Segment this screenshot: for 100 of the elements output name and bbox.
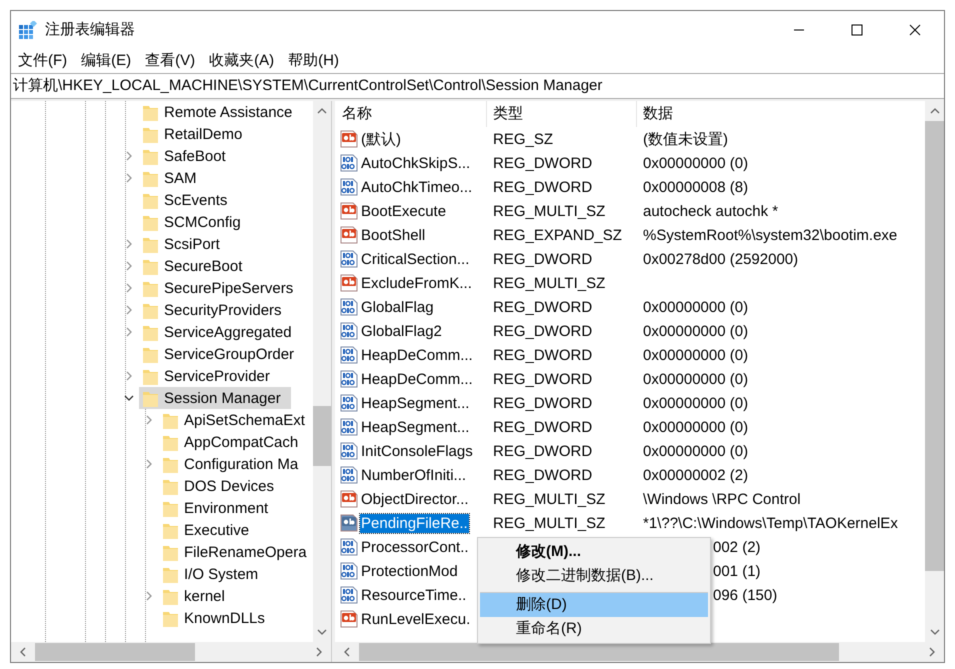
tree-item[interactable]: kernel [159, 585, 235, 607]
expand-chevron-icon[interactable] [124, 305, 134, 315]
value-data: 0x00000000 (0) [643, 442, 748, 460]
context-menu-item[interactable]: 修改(M)... [480, 540, 708, 564]
value-name[interactable]: HeapDeComm... [360, 346, 474, 364]
context-menu-item[interactable]: 修改二进制数据(B)... [480, 564, 708, 588]
scroll-thumb[interactable] [359, 643, 839, 661]
expand-chevron-icon[interactable] [144, 459, 154, 469]
value-type: REG_MULTI_SZ [493, 202, 606, 220]
folder-icon [143, 148, 158, 164]
value-name[interactable]: PendingFileRe.. [360, 514, 469, 532]
expand-chevron-icon[interactable] [144, 415, 154, 425]
tree-item[interactable]: Executive [159, 519, 260, 541]
tree-item[interactable]: SAM [139, 167, 207, 189]
value-type: REG_DWORD [493, 250, 592, 268]
value-name[interactable]: NumberOfIniti... [360, 466, 468, 484]
expand-chevron-icon[interactable] [124, 371, 134, 381]
expand-chevron-icon[interactable] [124, 151, 134, 161]
tree-item[interactable]: SecurePipeServers [139, 277, 304, 299]
folder-icon [143, 280, 158, 296]
value-name[interactable]: AutoChkTimeo... [360, 178, 474, 196]
vertical-scrollbar[interactable] [925, 101, 944, 642]
tree-item[interactable]: Environment [159, 497, 278, 519]
folder-icon [163, 544, 178, 560]
value-name[interactable]: ObjectDirector... [360, 490, 470, 508]
menu-item[interactable]: 编辑(E) [79, 51, 138, 70]
tree-item[interactable]: ApiSetSchemaExt [159, 409, 315, 431]
value-name[interactable]: ExcludeFromK... [360, 274, 473, 292]
tree-item[interactable]: ServiceProvider [139, 365, 280, 387]
value-name[interactable]: RunLevelExecu. [360, 610, 472, 628]
scroll-thumb[interactable] [313, 406, 331, 466]
value-type: REG_DWORD [493, 418, 592, 436]
tree-item[interactable]: SecureBoot [139, 255, 252, 277]
value-name[interactable]: GlobalFlag [360, 298, 435, 316]
value-name[interactable]: ProtectionMod [360, 562, 459, 580]
address-bar[interactable]: 计算机\HKEY_LOCAL_MACHINE\SYSTEM\CurrentControlSet\Control\Session Manager [11, 73, 944, 99]
folder-icon [143, 170, 158, 186]
tree-item[interactable]: RetailDemo [139, 123, 252, 145]
tree-item[interactable]: Remote Assistance [139, 101, 302, 123]
horizontal-scrollbar[interactable] [335, 642, 944, 662]
menu-item[interactable]: 收藏夹(A) [207, 51, 282, 70]
scroll-right-icon[interactable] [928, 647, 936, 657]
collapse-chevron-icon[interactable] [124, 393, 134, 403]
scroll-down-icon[interactable] [317, 628, 327, 636]
menu-item[interactable]: 查看(V) [143, 51, 202, 70]
scroll-left-icon[interactable] [343, 647, 351, 657]
value-name[interactable]: ResourceTime.. [360, 586, 468, 604]
tree-item[interactable]: ServiceGroupOrder [139, 343, 304, 365]
value-name[interactable]: CriticalSection... [360, 250, 470, 268]
menu-item[interactable]: 文件(F) [16, 51, 74, 70]
window-title: 注册表编辑器 [45, 20, 135, 39]
value-name[interactable]: GlobalFlag2 [360, 322, 443, 340]
tree-item[interactable]: DOS Devices [159, 475, 284, 497]
tree-item[interactable]: Session Manager [139, 387, 291, 409]
tree-item[interactable]: SCMConfig [139, 211, 251, 233]
expand-chevron-icon[interactable] [124, 239, 134, 249]
scroll-thumb[interactable] [35, 643, 195, 661]
scroll-thumb[interactable] [925, 121, 944, 571]
tree-item[interactable]: ScsiPort [139, 233, 230, 255]
scroll-left-icon[interactable] [19, 647, 27, 657]
value-name[interactable]: HeapSegment... [360, 418, 470, 436]
value-name[interactable]: HeapDeComm... [360, 370, 474, 388]
context-menu-item[interactable]: 重命名(R) [480, 617, 708, 641]
tree-item[interactable]: AppCompatCach [159, 431, 308, 453]
tree-item[interactable]: KnownDLLs [159, 607, 275, 629]
expand-chevron-icon[interactable] [124, 327, 134, 337]
column-header[interactable]: 类型 [487, 101, 637, 127]
scroll-right-icon[interactable] [315, 647, 323, 657]
value-name[interactable]: (默认) [360, 128, 402, 150]
value-name[interactable]: ProcessorCont.. [360, 538, 470, 556]
value-name[interactable]: AutoChkSkipS... [360, 154, 472, 172]
context-menu-item[interactable]: 删除(D) [480, 592, 708, 617]
value-type: REG_DWORD [493, 370, 592, 388]
horizontal-scrollbar[interactable] [11, 642, 331, 662]
value-type: REG_EXPAND_SZ [493, 226, 622, 244]
value-type: REG_DWORD [493, 442, 592, 460]
expand-chevron-icon[interactable] [124, 283, 134, 293]
tree-item[interactable]: Configuration Ma [159, 453, 308, 475]
scroll-down-icon[interactable] [930, 628, 940, 636]
value-name[interactable]: BootShell [360, 226, 426, 244]
value-name[interactable]: BootExecute [360, 202, 448, 220]
tree-item[interactable]: SecurityProviders [139, 299, 292, 321]
tree-item[interactable]: ScEvents [139, 189, 238, 211]
menu-item[interactable]: 帮助(H) [286, 51, 346, 70]
tree-item[interactable]: FileRenameOpera [159, 541, 317, 563]
folder-icon [163, 588, 178, 604]
scroll-up-icon[interactable] [317, 107, 327, 115]
value-name[interactable]: InitConsoleFlags [360, 442, 474, 460]
vertical-scrollbar[interactable] [313, 101, 331, 642]
expand-chevron-icon[interactable] [124, 261, 134, 271]
tree-item[interactable]: SafeBoot [139, 145, 236, 167]
value-name[interactable]: HeapSegment... [360, 394, 470, 412]
expand-chevron-icon[interactable] [144, 591, 154, 601]
column-header[interactable]: 名称 [335, 101, 487, 127]
tree-item[interactable]: ServiceAggregated [139, 321, 302, 343]
column-header[interactable]: 数据 [637, 101, 925, 127]
scroll-up-icon[interactable] [930, 107, 940, 115]
tree-item[interactable]: I/O System [159, 563, 268, 585]
value-type: REG_DWORD [493, 346, 592, 364]
expand-chevron-icon[interactable] [124, 173, 134, 183]
